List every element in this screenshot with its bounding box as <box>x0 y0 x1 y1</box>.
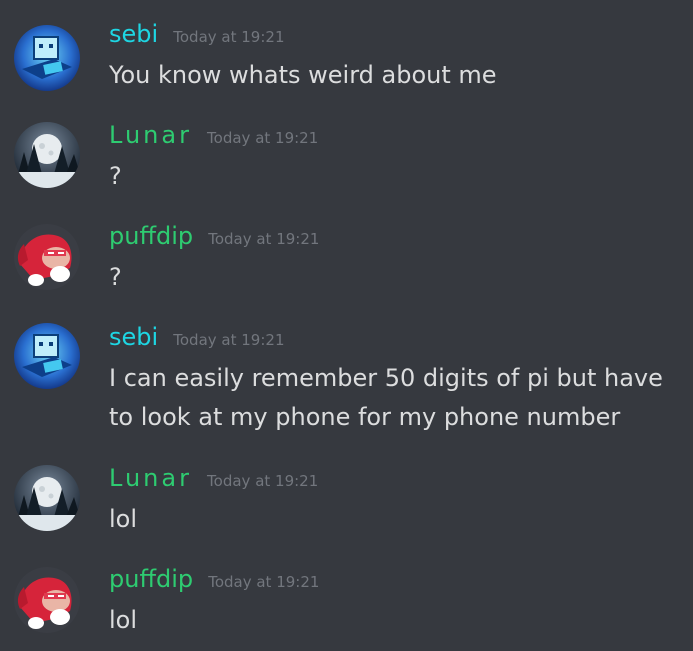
message-text: lol <box>109 505 138 533</box>
message-text: ? <box>109 162 122 190</box>
moon-forest-avatar-icon[interactable] <box>14 122 80 188</box>
message-header: Lunar Today at 19:21 <box>109 462 318 494</box>
username[interactable]: sebi <box>109 323 158 351</box>
knuckles-avatar-icon[interactable] <box>14 567 80 633</box>
username[interactable]: Lunar <box>109 464 192 492</box>
timestamp: Today at 19:21 <box>173 331 285 349</box>
moon-forest-avatar-icon[interactable] <box>14 465 80 531</box>
knuckles-avatar-icon[interactable] <box>14 224 80 290</box>
message-text: You know whats weird about me <box>109 61 497 89</box>
username[interactable]: puffdip <box>109 222 193 250</box>
timestamp: Today at 19:21 <box>207 472 319 490</box>
chat-message-list: sebi Today at 19:21 You know whats weird… <box>0 0 693 651</box>
message-text: I can easily remember 50 digits of pi bu… <box>109 364 663 431</box>
message-text: ? <box>109 263 122 291</box>
message-header: sebi Today at 19:21 <box>109 321 284 353</box>
message-header: puffdip Today at 19:21 <box>109 220 319 252</box>
message-header: sebi Today at 19:21 <box>109 18 284 50</box>
robot-avatar-icon[interactable] <box>14 25 80 91</box>
timestamp: Today at 19:21 <box>208 573 320 591</box>
username[interactable]: Lunar <box>109 121 192 149</box>
timestamp: Today at 19:21 <box>173 28 285 46</box>
timestamp: Today at 19:21 <box>207 129 319 147</box>
robot-avatar-icon[interactable] <box>14 323 80 389</box>
message-text: lol <box>109 606 138 634</box>
message-header: Lunar Today at 19:21 <box>109 119 318 151</box>
message-header: puffdip Today at 19:21 <box>109 563 319 595</box>
username[interactable]: puffdip <box>109 565 193 593</box>
username[interactable]: sebi <box>109 20 158 48</box>
timestamp: Today at 19:21 <box>208 230 320 248</box>
